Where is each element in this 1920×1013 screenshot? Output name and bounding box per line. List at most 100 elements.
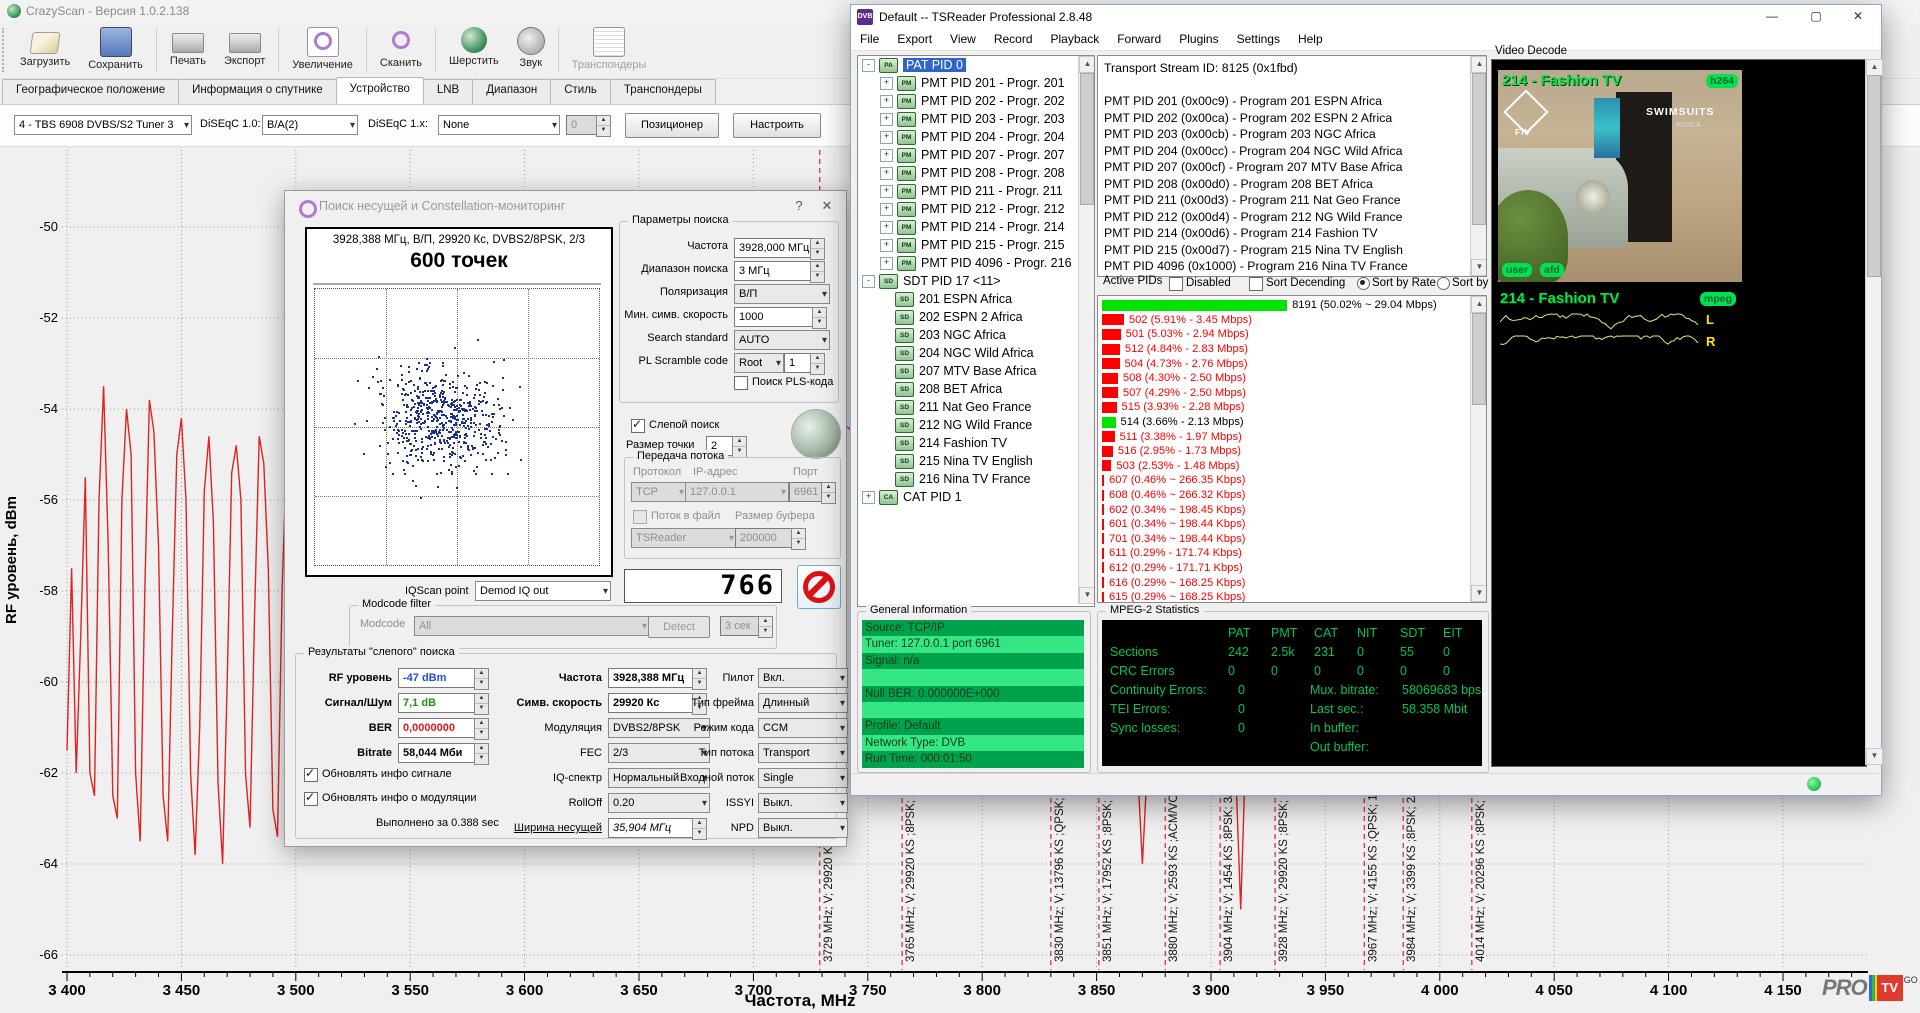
menu-forward[interactable]: Forward — [1108, 29, 1170, 50]
port-spinner[interactable] — [821, 482, 836, 504]
toolbar-sound-button[interactable]: Звук — [508, 24, 554, 78]
tsreader-titlebar[interactable]: DVB Default -- TSReader Professional 2.8… — [851, 5, 1881, 29]
setup-button[interactable]: Настроить — [733, 113, 821, 138]
toolbar-save-button[interactable]: Сохранить — [79, 24, 152, 78]
tree-expander[interactable]: - — [862, 275, 875, 288]
tree-item[interactable]: -PAPAT PID 0 — [858, 56, 1094, 74]
pids-scrollbar[interactable]: ▲▼ — [1470, 296, 1486, 602]
close-button[interactable]: ✕ — [1837, 5, 1879, 29]
pid-row[interactable]: 615 (0.29% ~ 168.25 Kbps) — [1102, 590, 1486, 603]
toolbar-export-button[interactable]: Экспорт — [215, 24, 274, 78]
maximize-button[interactable]: ▢ — [1795, 5, 1837, 29]
pid-row[interactable]: 602 (0.34% ~ 198.45 Kbps) — [1102, 502, 1486, 517]
param-input[interactable]: 1000 — [734, 307, 816, 327]
toolbar-trsp-button[interactable]: Транспондеры — [563, 24, 656, 78]
tree-item[interactable]: SD207 MTV Base Africa — [858, 362, 1094, 380]
buffer-size-spinner[interactable] — [791, 528, 806, 550]
param-select[interactable]: В/П — [734, 284, 830, 304]
result-value-field[interactable]: 58,044 Мби — [398, 743, 480, 763]
dot-size-spinner[interactable] — [732, 436, 747, 458]
tree-item[interactable]: +PMPMT PID 201 - Progr. 201 — [858, 74, 1094, 92]
tree-item[interactable]: SD212 NG Wild France — [858, 416, 1094, 434]
toolbar-print-button[interactable]: Печать — [161, 24, 215, 78]
consumer-select[interactable]: TSReader — [631, 528, 737, 548]
param-select[interactable]: AUTO — [734, 330, 830, 350]
pls-search-checkbox[interactable] — [734, 376, 748, 390]
tree-item[interactable]: +PMPMT PID 203 - Progr. 203 — [858, 110, 1094, 128]
pid-row[interactable]: 607 (0.46% ~ 266.35 Kbps) — [1102, 473, 1486, 488]
tree-item[interactable]: +PMPMT PID 212 - Progr. 212 — [858, 200, 1094, 218]
result-select[interactable]: Вкл. — [758, 668, 848, 688]
result-select[interactable]: CCM — [758, 718, 848, 738]
result-select[interactable]: Single — [758, 768, 848, 788]
minimize-button[interactable]: — — [1751, 5, 1793, 29]
tree-expander[interactable]: + — [880, 95, 893, 108]
pid-row[interactable]: 508 (4.30% - 2.50 Mbps) — [1102, 371, 1486, 386]
result-select[interactable]: Выкл. — [758, 818, 848, 838]
stop-button[interactable] — [797, 565, 841, 609]
pid-row[interactable]: 512 (4.84% - 2.83 Mbps) — [1102, 342, 1486, 357]
result-spinner[interactable] — [474, 693, 489, 715]
tree-expander[interactable]: + — [880, 203, 893, 216]
tree-item[interactable]: SD201 ESPN Africa — [858, 290, 1094, 308]
tree-item[interactable]: SD202 ESPN 2 Africa — [858, 308, 1094, 326]
param-spinner[interactable] — [810, 238, 825, 260]
tab-4[interactable]: LNB — [423, 79, 473, 104]
menu-record[interactable]: Record — [985, 29, 1042, 50]
sort-by-pid-radio[interactable] — [1437, 277, 1450, 290]
pid-row[interactable]: 504 (4.73% - 2.76 Mbps) — [1102, 356, 1486, 371]
menu-help[interactable]: Help — [1289, 29, 1332, 50]
tab-7[interactable]: Транспондеры — [610, 79, 716, 104]
iqscan-select[interactable]: Demod IQ out — [475, 581, 611, 601]
tree-item[interactable]: +PMPMT PID 208 - Progr. 208 — [858, 164, 1094, 182]
buffer-size-input[interactable]: 200000 — [735, 528, 797, 548]
tab-1[interactable]: Географическое положение — [2, 79, 179, 104]
tab-5[interactable]: Диапазон — [472, 79, 551, 104]
tree-item[interactable]: +PMPMT PID 202 - Progr. 202 — [858, 92, 1094, 110]
tree-expander[interactable]: - — [862, 59, 875, 72]
sort-descending-checkbox[interactable] — [1249, 277, 1263, 291]
positioner-button[interactable]: Позиционер — [625, 113, 719, 138]
param-input[interactable]: 3 МГц — [734, 261, 814, 281]
pid-row[interactable]: 503 (2.53% - 1.48 Mbps) — [1102, 459, 1486, 474]
tree-item[interactable]: SD211 Nat Geo France — [858, 398, 1094, 416]
protocol-select[interactable]: TCP — [631, 482, 687, 502]
tree-item[interactable]: +CACAT PID 1 — [858, 488, 1094, 506]
dialog-close-button[interactable]: ✕ — [812, 191, 842, 220]
pl-scramble-spinner[interactable] — [810, 353, 825, 375]
tree-item[interactable]: SD215 Nina TV English — [858, 452, 1094, 470]
menu-playback[interactable]: Playback — [1042, 29, 1109, 50]
pid-row[interactable]: 502 (5.91% - 3.45 Mbps) — [1102, 313, 1486, 328]
tree-expander[interactable]: + — [880, 239, 893, 252]
dialog-help-button[interactable]: ? — [784, 191, 814, 220]
detect-button[interactable]: Detect — [648, 616, 710, 638]
update-modulation-info-checkbox[interactable] — [304, 792, 318, 806]
tab-6[interactable]: Стиль — [550, 79, 611, 104]
tree-item[interactable]: +PMPMT PID 211 - Progr. 211 — [858, 182, 1094, 200]
video-scrollbar[interactable]: ▲▼ — [1865, 59, 1881, 765]
modcode-select[interactable]: All — [414, 616, 650, 636]
pid-row[interactable]: 501 (5.03% - 2.94 Mbps) — [1102, 327, 1486, 342]
tab-2[interactable]: Информация о спутнике — [178, 79, 337, 104]
diseqc1x-select[interactable]: None — [438, 115, 560, 135]
result-select[interactable]: Transport — [758, 743, 848, 763]
menu-plugins[interactable]: Plugins — [1170, 29, 1227, 50]
toolbar-scan-button[interactable]: Сканить — [371, 24, 431, 78]
update-signal-info-checkbox[interactable] — [304, 768, 318, 782]
tree-item[interactable]: SD203 NGC Africa — [858, 326, 1094, 344]
pid-row[interactable]: 701 (0.34% ~ 198.44 Kbps) — [1102, 532, 1486, 547]
stream-to-file-checkbox[interactable] — [633, 510, 647, 524]
toolbar-globe-button[interactable]: Шерстить — [440, 24, 508, 78]
tree-expander[interactable]: + — [880, 113, 893, 126]
tree-item[interactable]: SD208 BET Africa — [858, 380, 1094, 398]
tree-expander[interactable]: + — [880, 257, 893, 270]
pid-row[interactable]: 601 (0.34% ~ 198.44 Kbps) — [1102, 517, 1486, 532]
ip-select[interactable]: 127.0.0.1 — [685, 482, 789, 502]
tree-expander[interactable]: + — [880, 77, 893, 90]
result-select[interactable]: Длинный — [758, 693, 848, 713]
program-list-scrollbar[interactable]: ▲▼ — [1470, 56, 1486, 276]
tree-item[interactable]: SD214 Fashion TV — [858, 434, 1094, 452]
result-spinner[interactable] — [474, 743, 489, 765]
param-input[interactable]: 3928,000 МГц — [734, 238, 814, 258]
pid-row[interactable]: 611 (0.29% - 171.74 Kbps) — [1102, 546, 1486, 561]
